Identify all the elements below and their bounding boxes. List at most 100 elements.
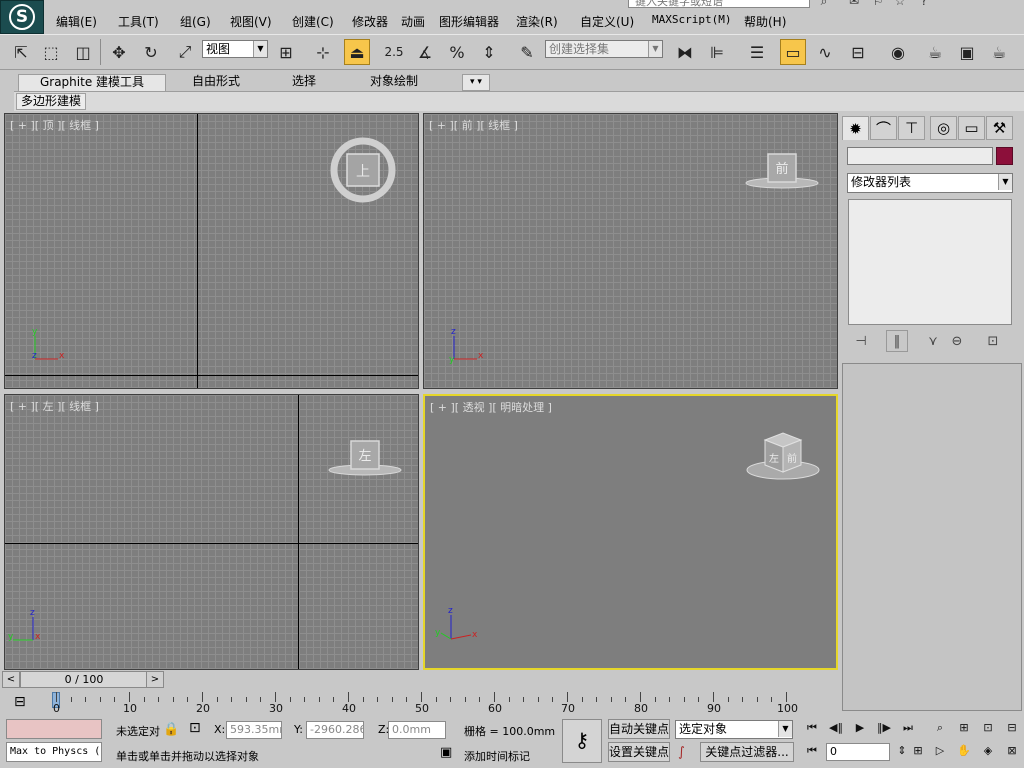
search-input[interactable]: 键入关键字或短语 bbox=[628, 0, 810, 8]
application-button[interactable]: S bbox=[0, 0, 44, 34]
window-crossing-icon[interactable]: ◫ bbox=[70, 39, 96, 65]
make-unique-icon[interactable]: ⋎ bbox=[922, 330, 944, 352]
go-to-end-icon[interactable]: ⏭ bbox=[898, 719, 918, 737]
absolute-mode-icon[interactable]: ⊡ bbox=[189, 720, 201, 736]
maxscript-mini-listener[interactable]: Max to Physcs ( bbox=[6, 742, 102, 762]
named-selection-sets-dropdown[interactable]: 创建选择集 ▼ bbox=[545, 40, 663, 58]
menu-graph-editors[interactable]: 图形编辑器 bbox=[439, 13, 499, 30]
viewcube-perspective[interactable]: 左 前 bbox=[743, 426, 823, 486]
viewcube-front[interactable]: 前 bbox=[742, 144, 822, 194]
graphite-toggle-icon[interactable]: ▭ bbox=[780, 39, 806, 65]
menu-customize[interactable]: 自定义(U) bbox=[580, 13, 634, 30]
tab-selection[interactable]: 选择 bbox=[280, 74, 328, 91]
menu-maxscript[interactable]: MAXScript(M) bbox=[652, 13, 731, 26]
set-key-button[interactable]: 设置关键点 bbox=[608, 742, 670, 762]
time-tag-icon[interactable]: ▣ bbox=[440, 745, 452, 760]
show-end-result-icon[interactable]: ‖ bbox=[886, 330, 908, 352]
next-frame-icon[interactable]: ‖▶ bbox=[874, 719, 894, 737]
render-production-icon[interactable]: ☕ bbox=[986, 39, 1012, 65]
key-filters-button[interactable]: 关键点过滤器... bbox=[700, 742, 794, 762]
modifier-list-dropdown[interactable]: 修改器列表 ▼ bbox=[847, 173, 1013, 193]
viewport-label[interactable]: [ + ][ 顶 ][ 线框 ] bbox=[10, 117, 99, 133]
communication-icon[interactable]: ⚐ bbox=[870, 0, 886, 8]
search-icon[interactable]: ⌕ bbox=[816, 0, 832, 8]
mini-curve-editor-icon[interactable]: ⊟ bbox=[14, 694, 38, 712]
configure-modifier-sets-icon[interactable]: ⊡ bbox=[982, 330, 1004, 352]
align-icon[interactable]: ⊫ bbox=[704, 39, 730, 65]
angle-snap-icon[interactable]: ∡ bbox=[412, 39, 438, 65]
field-of-view-icon[interactable]: ▷ bbox=[930, 742, 950, 760]
menu-modifiers[interactable]: 修改器 bbox=[352, 13, 388, 30]
snaps-toggle-icon[interactable]: 2.5 bbox=[381, 39, 407, 65]
auto-key-button[interactable]: 自动关键点 bbox=[608, 719, 670, 739]
create-tab-icon[interactable]: ✹ bbox=[842, 116, 869, 140]
rect-selection-region-icon[interactable]: ⬚ bbox=[38, 39, 64, 65]
hierarchy-tab-icon[interactable]: ⊤ bbox=[898, 116, 925, 140]
zoom-all-icon[interactable]: ⊞ bbox=[954, 719, 974, 737]
mirror-icon[interactable]: ⧓ bbox=[672, 39, 698, 65]
add-time-tag[interactable]: 添加时间标记 bbox=[464, 748, 530, 764]
time-configuration-icon[interactable]: ⊞ bbox=[908, 742, 928, 760]
menu-create[interactable]: 创建(C) bbox=[292, 13, 334, 30]
track-bar[interactable]: ⊟ 0 10 20 30 40 50 60 70 80 90 100 bbox=[0, 690, 840, 716]
rendered-frame-window-icon[interactable]: ▣ bbox=[954, 39, 980, 65]
pan-view-icon[interactable]: ✋ bbox=[954, 742, 974, 760]
menu-rendering[interactable]: 渲染(R) bbox=[516, 13, 558, 30]
key-mode-toggle-icon[interactable]: ⏮ bbox=[802, 742, 822, 760]
select-and-move-icon[interactable]: ✥ bbox=[106, 39, 132, 65]
key-selection-set-dropdown[interactable]: 选定对象 ▼ bbox=[675, 720, 793, 739]
tab-graphite-modeling-tools[interactable]: Graphite 建模工具 bbox=[18, 74, 166, 91]
object-name-input[interactable] bbox=[847, 147, 993, 165]
menu-tools[interactable]: 工具(T) bbox=[118, 13, 159, 30]
menu-help[interactable]: 帮助(H) bbox=[744, 13, 786, 30]
render-setup-icon[interactable]: ☕ bbox=[922, 39, 948, 65]
time-slider-thumb[interactable]: 0 / 100 bbox=[20, 671, 148, 688]
set-key-mode-key-icon[interactable]: ⚷ bbox=[562, 719, 602, 763]
percent-snap-icon[interactable]: % bbox=[444, 39, 470, 65]
play-icon[interactable]: ▶ bbox=[850, 719, 870, 737]
object-color-swatch[interactable] bbox=[996, 147, 1013, 165]
menu-group[interactable]: 组(G) bbox=[180, 13, 211, 30]
subscription-icon[interactable]: ✉ bbox=[846, 0, 862, 8]
reference-coordinate-dropdown[interactable]: 视图 ▼ bbox=[202, 40, 268, 58]
spinner-snap-icon[interactable]: ⇕ bbox=[476, 39, 502, 65]
time-slider[interactable]: < 0 / 100 > bbox=[0, 671, 840, 689]
viewport-left[interactable]: [ + ][ 左 ][ 线框 ] 左 z y x bbox=[4, 394, 419, 670]
tab-object-paint[interactable]: 对象绘制 bbox=[356, 74, 432, 91]
ribbon-options-dropdown[interactable]: ▾ ▾ bbox=[462, 74, 490, 91]
viewport-label[interactable]: [ + ][ 前 ][ 线框 ] bbox=[429, 117, 518, 133]
next-frame-arrow-icon[interactable]: > bbox=[146, 671, 164, 688]
curve-editor-icon[interactable]: ∿ bbox=[812, 39, 838, 65]
viewcube-top[interactable]: 上 bbox=[323, 136, 403, 206]
modify-tab-icon[interactable]: ⌒ bbox=[870, 116, 897, 140]
current-frame-field[interactable]: 0 bbox=[826, 743, 890, 761]
menu-edit[interactable]: 编辑(E) bbox=[56, 13, 97, 30]
viewport-label[interactable]: [ + ][ 左 ][ 线框 ] bbox=[10, 398, 99, 414]
previous-frame-icon[interactable]: ◀‖ bbox=[826, 719, 846, 737]
polygon-modeling-panel[interactable]: 多边形建模 bbox=[16, 93, 87, 110]
menu-animation[interactable]: 动画 bbox=[401, 13, 425, 30]
menu-views[interactable]: 视图(V) bbox=[230, 13, 272, 30]
y-coord-field[interactable]: -2960.286n bbox=[306, 721, 364, 739]
zoom-icon[interactable]: ⌕ bbox=[930, 719, 950, 737]
select-manipulate-icon[interactable]: ⊹ bbox=[310, 39, 336, 65]
x-coord-field[interactable]: 593.35mm bbox=[226, 721, 282, 739]
viewport-label[interactable]: [ + ][ 透视 ][ 明暗处理 ] bbox=[430, 399, 552, 415]
schematic-view-icon[interactable]: ⊟ bbox=[845, 39, 871, 65]
viewcube-left[interactable]: 左 bbox=[325, 431, 405, 481]
help-dropdown-icon[interactable]: ? bbox=[916, 0, 932, 8]
edit-named-selection-icon[interactable]: ✎ bbox=[514, 39, 540, 65]
tab-freeform[interactable]: 自由形式 bbox=[180, 74, 252, 91]
viewport-perspective[interactable]: [ + ][ 透视 ][ 明暗处理 ] 左 前 z x y bbox=[423, 394, 838, 670]
z-coord-field[interactable]: 0.0mm bbox=[388, 721, 446, 739]
previous-frame-arrow-icon[interactable]: < bbox=[2, 671, 20, 688]
select-and-scale-icon[interactable]: ⤢ bbox=[172, 39, 198, 65]
pivot-center-icon[interactable]: ⊞ bbox=[273, 39, 299, 65]
select-object-icon[interactable]: ⇱ bbox=[8, 39, 34, 65]
default-in-out-tangent-icon[interactable]: ∫ bbox=[678, 745, 685, 760]
select-and-rotate-icon[interactable]: ↻ bbox=[138, 39, 164, 65]
viewport-top[interactable]: [ + ][ 顶 ][ 线框 ] 上 y x z bbox=[4, 113, 419, 389]
favorites-icon[interactable]: ☆ bbox=[892, 0, 908, 8]
maxscript-mini-listener-top[interactable] bbox=[6, 719, 102, 739]
selection-lock-icon[interactable]: 🔒 bbox=[163, 722, 179, 737]
